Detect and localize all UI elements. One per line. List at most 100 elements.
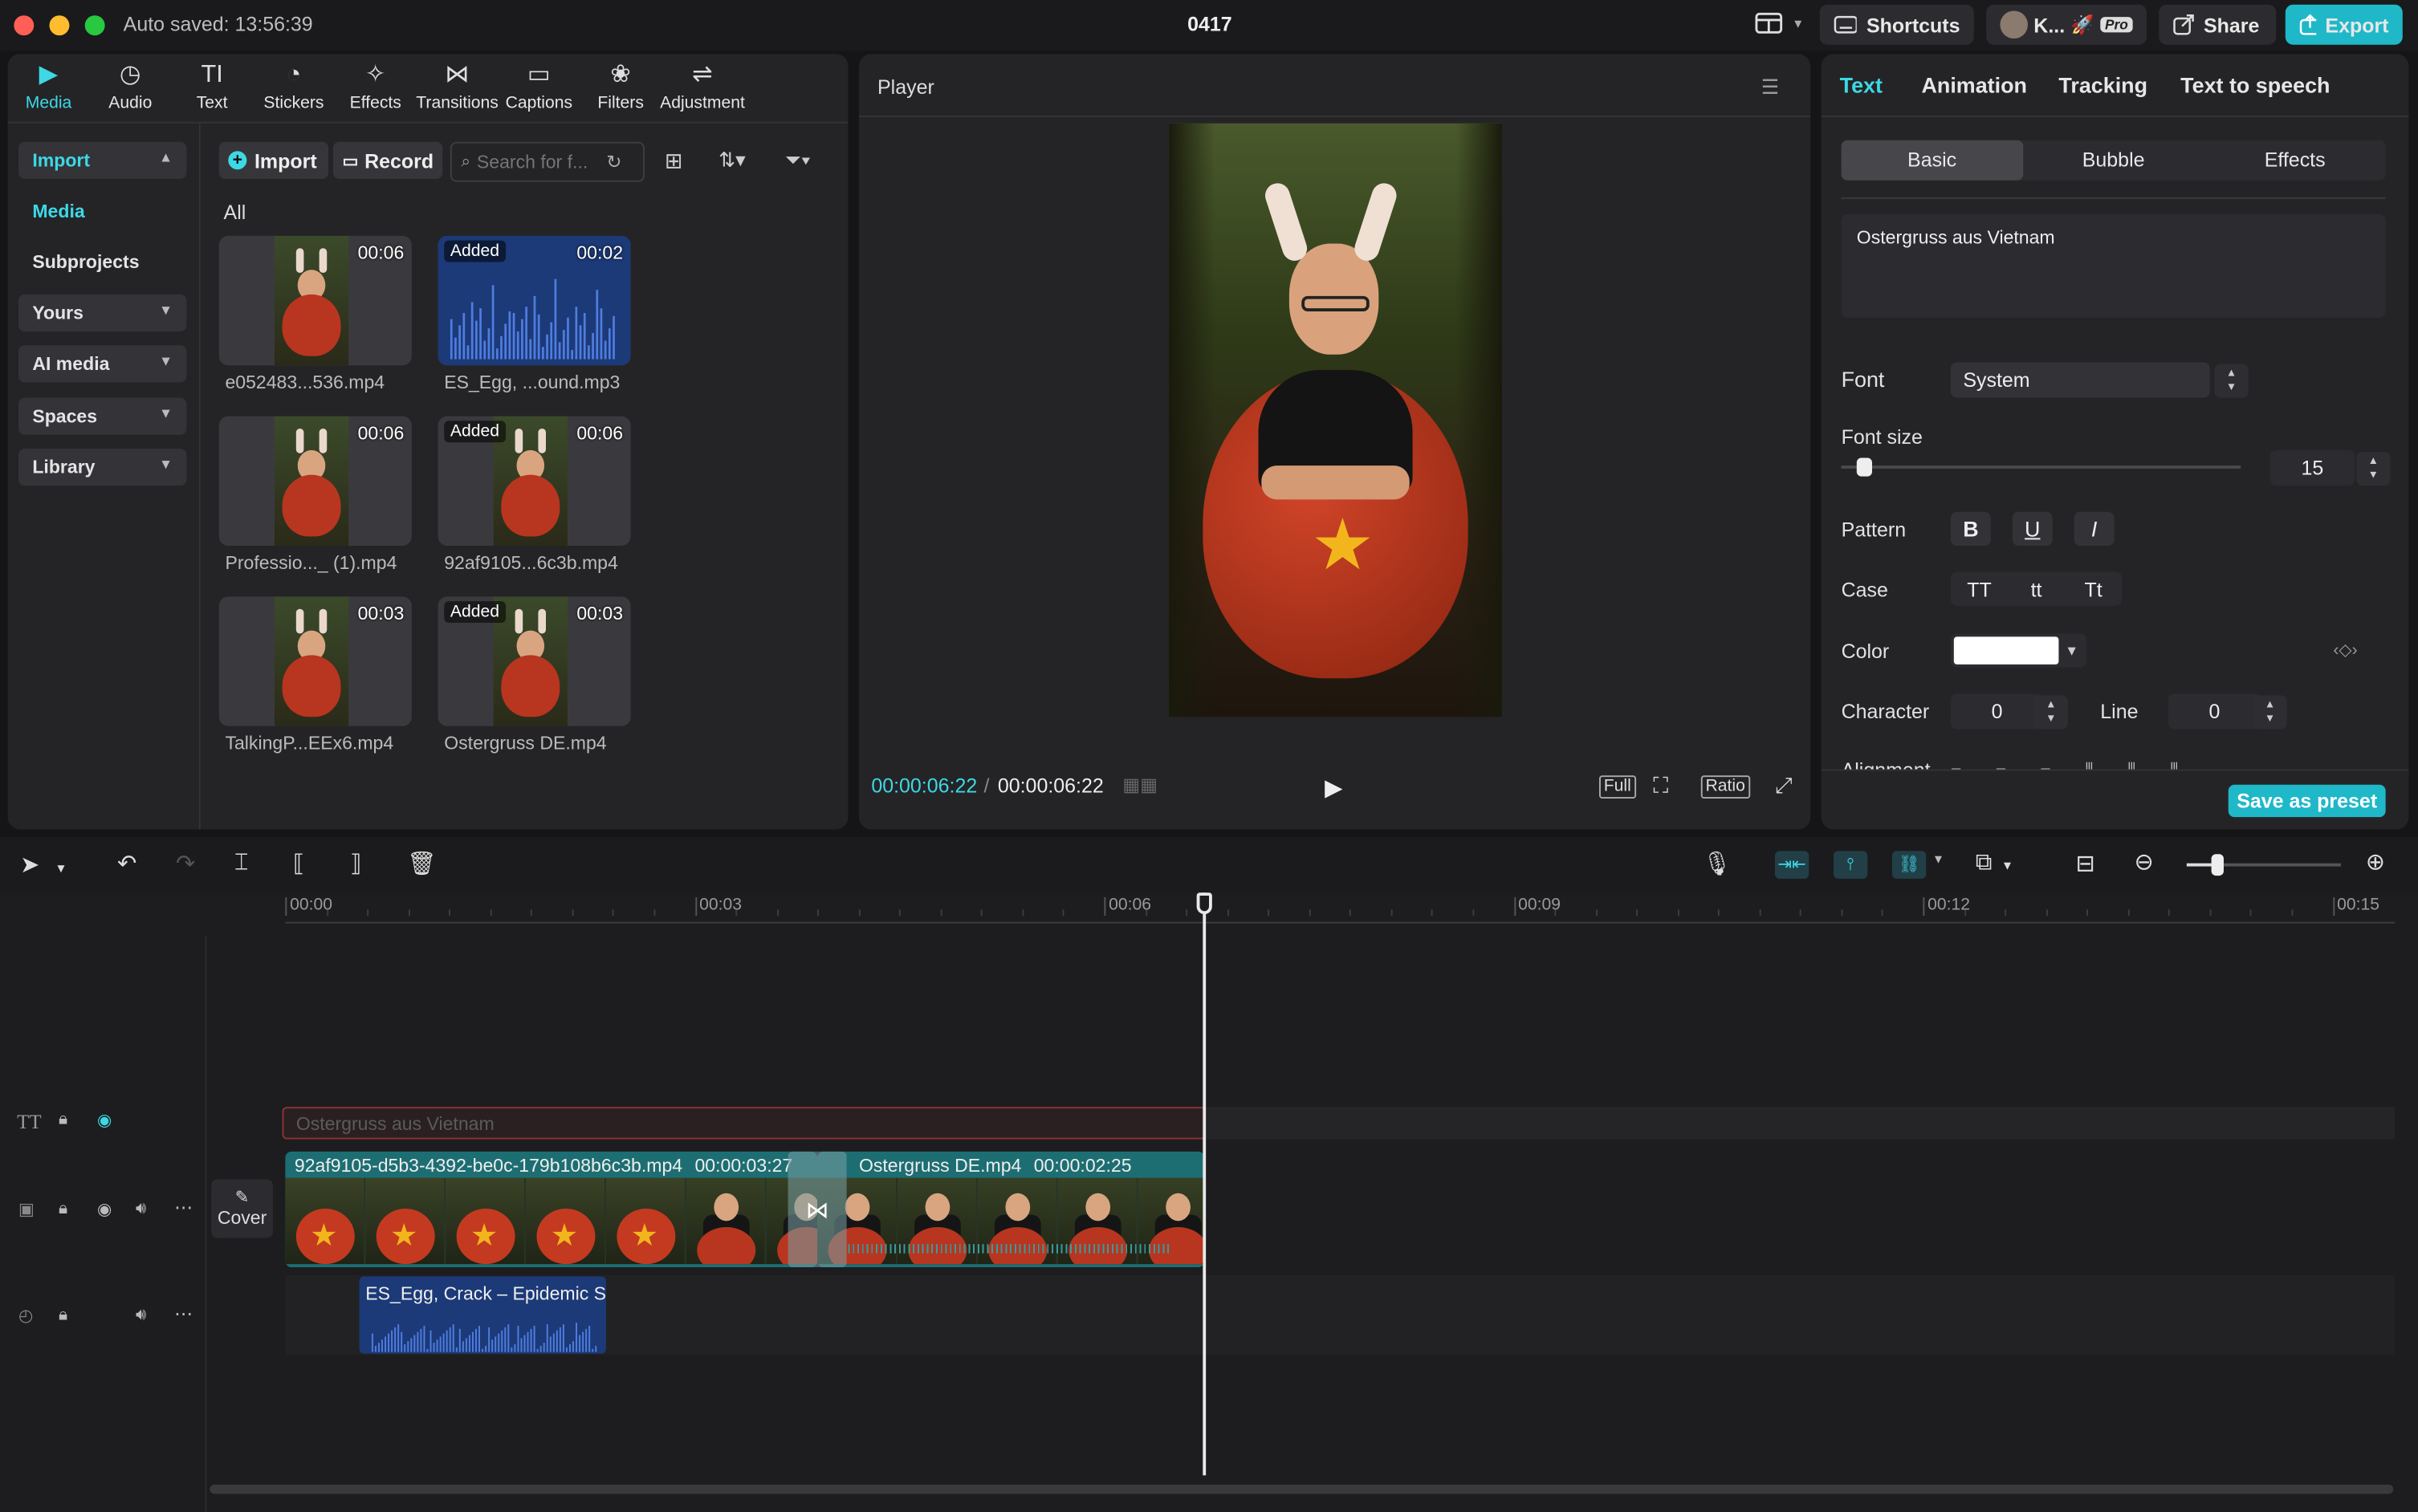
search-box[interactable]: ⌕ ↻ [450,141,645,182]
keyframe-icon[interactable]: ‹◇› [2333,640,2357,660]
bold-button[interactable]: B [1950,511,1991,547]
tab-text-to-speech[interactable]: Text to speech [2180,72,2350,97]
zoom-in-icon[interactable]: ⊕ [2366,848,2385,876]
eye-icon[interactable]: ◉ [97,1199,112,1219]
font-size-slider-track[interactable] [1841,465,2241,469]
character-spacing-input[interactable]: 0 [1950,693,2044,730]
sidebar-item-spaces[interactable]: Spaces ▼ [18,397,187,435]
ratio-button[interactable]: Ratio [1700,775,1750,799]
fullscreen-icon[interactable]: ⤢ [1775,772,1793,799]
video-preview[interactable]: ★ [1169,123,1502,717]
sidebar-item-yours[interactable]: Yours ▼ [18,294,187,331]
subtab-basic[interactable]: Basic [1841,140,2023,181]
zoom-slider-handle[interactable] [2211,854,2224,876]
case-lowercase-button[interactable]: tt [2008,577,2065,600]
tab-stickers[interactable]: ◔ Stickers [253,54,335,122]
sort-icon[interactable]: ⇅▾ [718,148,745,173]
media-thumbnail[interactable]: 00:06 [218,235,412,366]
shortcuts-button[interactable]: Shortcuts [1819,4,1974,45]
tab-media[interactable]: ▶ Media [8,54,90,122]
timecode-grid-icon[interactable]: ▦▦ [1122,774,1158,795]
record-button[interactable]: ▭ Record [332,141,443,179]
font-size-input[interactable]: 15 [2269,449,2355,486]
eye-icon[interactable]: ◉ [97,1110,112,1130]
case-uppercase-button[interactable]: TT [1951,577,2008,600]
media-thumbnail[interactable]: Added 00:03 [438,596,631,726]
sidebar-item-subprojects[interactable]: Subprojects [18,244,186,281]
volume-icon[interactable]: 🔊︎ [136,1306,146,1326]
tab-transitions[interactable]: ⋈ Transitions [416,54,499,122]
undo-icon[interactable]: ↶ [117,849,136,877]
align-top-icon[interactable]: ⫼ [2085,760,2094,770]
linkage-icon[interactable]: ⛓ [1891,851,1927,879]
underline-button[interactable]: U [2012,511,2053,547]
text-content-input[interactable]: Ostergruss aus Vietnam [1841,214,2386,318]
zoom-out-icon[interactable]: ⊖ [2135,848,2154,876]
character-spacing-stepper[interactable]: ▲ ▼ [2033,695,2068,730]
alignment-buttons[interactable]: ≡ ≡ ≡ ⫼ ⫼ ⫼ [1951,760,2179,770]
align-center-icon[interactable]: ≡ [1996,761,2006,770]
align-middle-icon[interactable]: ⫼ [2127,760,2136,770]
playhead[interactable] [1203,892,1207,1476]
layout-menu[interactable]: ▼ [1755,12,1804,34]
account-button[interactable]: K... 🚀 Pro [1986,4,2147,45]
align-left-icon[interactable]: ≡ [1951,761,1961,770]
align-right-icon[interactable]: ≡ [2040,761,2050,770]
full-quality-button[interactable]: Full [1598,775,1636,799]
font-select-stepper[interactable]: ▲ ▼ [2214,364,2249,398]
export-button[interactable]: Export [2285,4,2403,45]
line-spacing-stepper[interactable]: ▲ ▼ [2253,695,2287,730]
timeline-scrollbar[interactable] [210,1484,2394,1494]
media-thumbnail[interactable]: 00:03 [218,596,412,726]
font-size-slider-handle[interactable] [1856,457,1872,477]
volume-icon[interactable]: 🔊︎ [136,1199,146,1219]
tab-text[interactable]: TI Text [171,54,253,122]
tab-captions[interactable]: ▭ Captions [498,54,580,122]
minimize-window-button[interactable] [49,15,70,36]
tab-animation[interactable]: Animation [1921,72,2058,97]
video-clip-1[interactable]: 92af9105-d5b3-4392-be0c-179b108b6c3b.mp4… [285,1151,818,1267]
tab-tracking[interactable]: Tracking [2058,72,2180,97]
menu-icon[interactable]: ☰ [1761,75,1779,100]
import-button[interactable]: + Import [218,141,329,179]
delete-right-icon[interactable]: ⟧ [350,849,361,877]
sidebar-item-ai-media[interactable]: AI media ▼ [18,345,187,383]
close-window-button[interactable] [14,15,35,36]
search-input[interactable] [476,151,600,173]
chevron-down-icon[interactable]: ▼ [1932,852,1944,866]
share-button[interactable]: Share [2159,4,2277,45]
sidebar-import[interactable]: Import ▲ [18,141,187,179]
select-tool-icon[interactable]: ➤ ▼ [20,851,67,879]
filter-icon[interactable]: ⏷▾ [785,148,811,173]
tab-text[interactable]: Text [1840,72,1922,97]
tab-filters[interactable]: ❀ Filters [580,54,661,122]
more-icon[interactable]: ⋯ [174,1303,193,1324]
sidebar-item-media[interactable]: Media [18,193,186,230]
main-track-magnet-icon[interactable]: ⇥⇤ [1774,851,1809,879]
font-select[interactable]: System [1950,362,2210,398]
tab-audio[interactable]: ◷ Audio [89,54,171,122]
refresh-icon[interactable]: ↻ [606,151,621,173]
transition-marker[interactable]: ⋈ [788,1151,847,1267]
text-clip[interactable]: Ostergruss aus Vietnam [282,1107,1207,1140]
snapshot-icon[interactable]: ⛶ [1653,772,1668,799]
split-icon[interactable]: ⌶ [234,849,248,876]
redo-icon[interactable]: ↷ [176,849,195,877]
color-picker[interactable]: ▼ [1950,633,2087,668]
case-titlecase-button[interactable]: Tt [2065,577,2122,600]
grid-view-icon[interactable]: ⊞ [665,148,683,174]
lock-icon[interactable]: 🔒︎ [59,1110,67,1130]
media-thumbnail[interactable]: 00:06 [218,416,412,547]
italic-button[interactable]: I [2074,511,2115,547]
tab-adjustment[interactable]: ⇌ Adjustment [660,54,745,122]
auto-snap-icon[interactable]: ⫯ [1833,851,1868,879]
more-icon[interactable]: ⋯ [174,1197,193,1218]
align-bottom-icon[interactable]: ⫼ [2170,760,2179,770]
media-thumbnail[interactable]: Added 00:02 [438,235,631,366]
delete-left-icon[interactable]: ⟦ [293,849,304,877]
subtab-effects[interactable]: Effects [2204,140,2386,181]
subtab-bubble[interactable]: Bubble [2023,140,2204,181]
play-button[interactable]: ▶ [1325,774,1342,802]
microphone-icon[interactable]: 🎙 [1703,849,1732,877]
audio-clip[interactable]: ES_Egg, Crack – Epidemic Sc [359,1276,606,1354]
